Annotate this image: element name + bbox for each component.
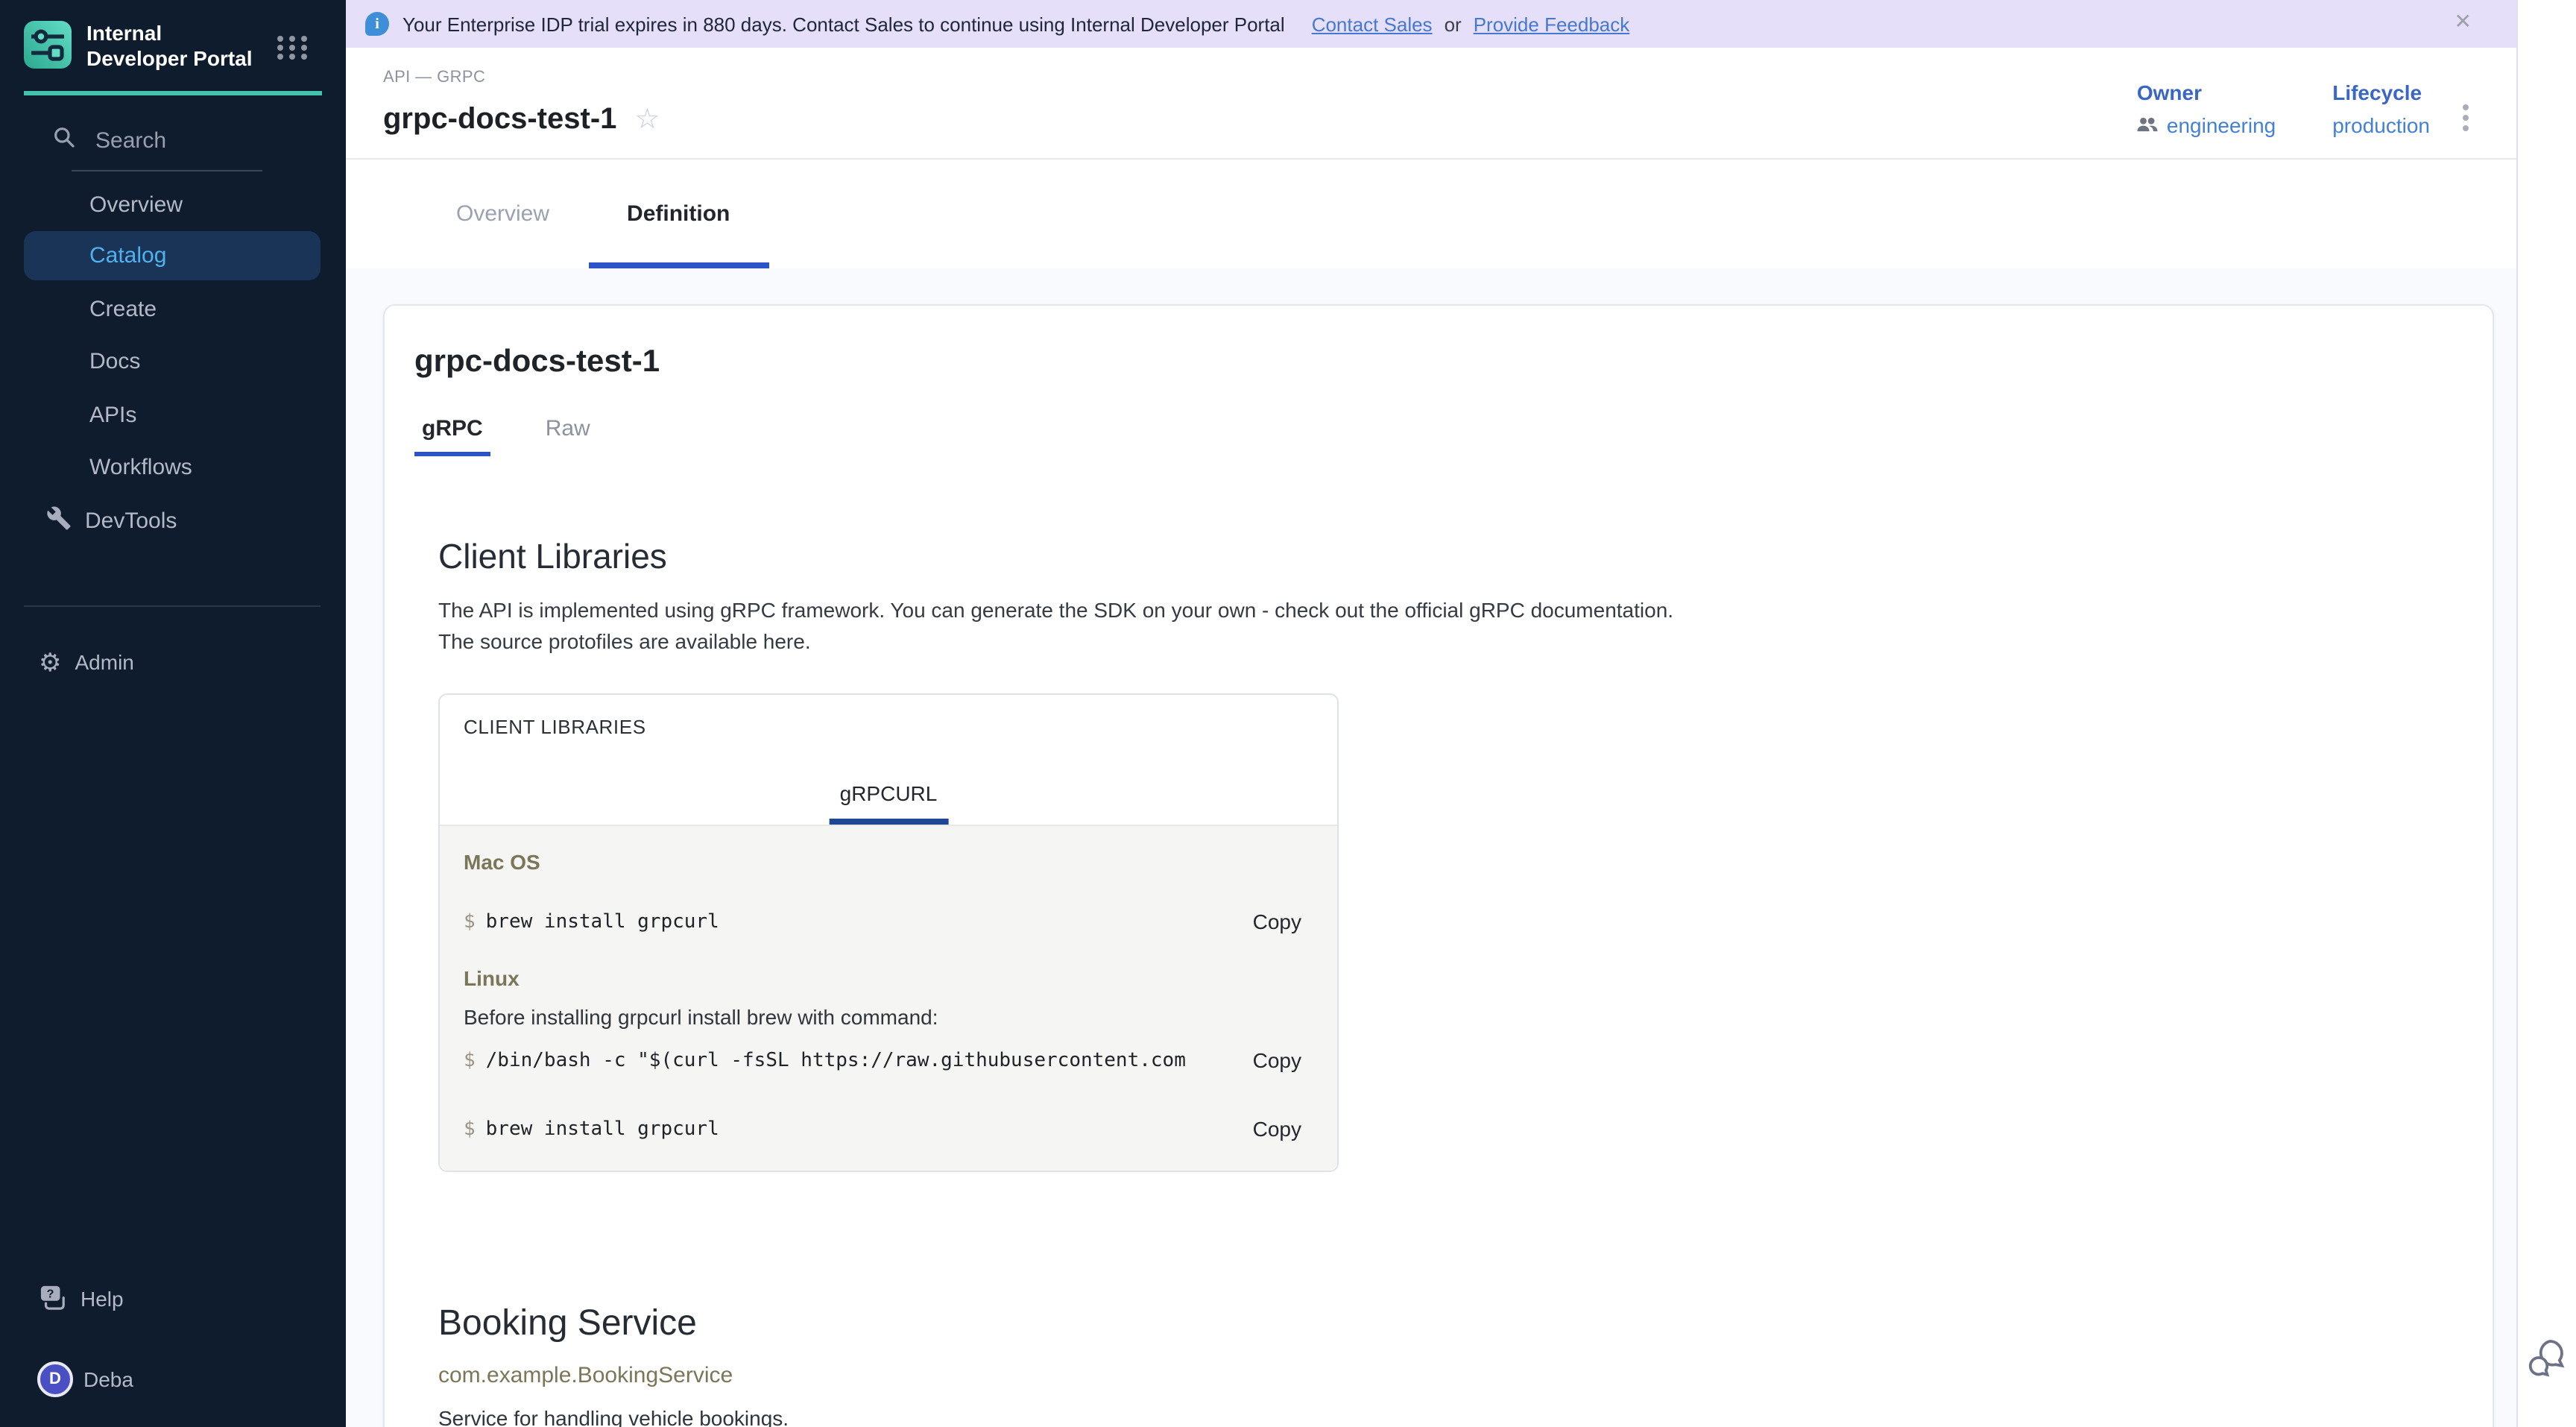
support-chat-icon[interactable]	[2527, 1338, 2567, 1388]
code-snippet: $ brew install grpcurl	[464, 1118, 1232, 1140]
lifecycle-label: Lifecycle	[2332, 81, 2430, 104]
code-row: $ brew install grpcurl Copy	[464, 910, 1301, 933]
help-chat-icon: ?	[39, 1283, 67, 1314]
trial-banner: i Your Enterprise IDP trial expires in 8…	[346, 0, 2516, 48]
sidebar-item-create[interactable]: Create	[0, 283, 346, 334]
client-libraries-card: CLIENT LIBRARIES gRPCURL Mac OS $ brew in…	[438, 693, 1339, 1172]
format-tabs: gRPC Raw	[414, 416, 2463, 456]
more-options-kebab-icon[interactable]	[2460, 97, 2472, 139]
search-input[interactable]	[95, 128, 267, 154]
booking-service-description: Service for handling vehicle bookings.	[438, 1406, 2463, 1427]
command-text: brew install grpcurl	[486, 1118, 719, 1140]
tab-raw[interactable]: Raw	[538, 416, 598, 456]
provide-feedback-link[interactable]: Provide Feedback	[1474, 13, 1630, 35]
description-line-2: The source protofiles are available here…	[438, 626, 2463, 658]
page-title: grpc-docs-test-1	[383, 103, 616, 137]
os-heading-macos: Mac OS	[464, 850, 1301, 874]
command-text: brew install grpcurl	[486, 910, 719, 933]
search-icon	[52, 125, 76, 157]
banner-message: Your Enterprise IDP trial expires in 880…	[402, 13, 1285, 35]
sidebar-item-label: Overview	[89, 192, 183, 217]
tab-definition[interactable]: Definition	[588, 160, 768, 268]
client-libraries-heading: Client Libraries	[438, 537, 2463, 577]
booking-service-full-name: com.example.BookingService	[438, 1363, 2463, 1388]
banner-or-text: or	[1445, 13, 1462, 35]
wrench-icon	[46, 505, 72, 536]
sidebar-logo-row: Internal Developer Portal	[24, 21, 268, 76]
sidebar-item-label: Help	[80, 1287, 124, 1311]
info-icon: i	[365, 12, 389, 36]
sidebar-item-catalog[interactable]: Catalog	[24, 231, 321, 280]
owner-meta: Owner engineering	[2137, 81, 2276, 137]
copy-button[interactable]: Copy	[1253, 1048, 1301, 1072]
tab-grpc[interactable]: gRPC	[414, 416, 490, 456]
sidebar-item-workflows[interactable]: Workflows	[0, 441, 346, 492]
definition-content: grpc-docs-test-1 gRPC Raw Client Librari…	[346, 268, 2516, 1427]
code-row: $ brew install grpcurl Copy	[464, 1117, 1301, 1141]
booking-service-section: Booking Service com.example.BookingServi…	[438, 1303, 2463, 1427]
sidebar-item-admin[interactable]: ⚙ Admin	[39, 637, 134, 687]
client-libraries-card-header: CLIENT LIBRARIES gRPCURL	[440, 695, 1337, 826]
close-icon[interactable]: ✕	[2455, 9, 2472, 34]
owner-label: Owner	[2137, 81, 2276, 104]
avatar: D	[37, 1361, 73, 1397]
lifecycle-value: production	[2332, 113, 2430, 137]
booking-service-heading: Booking Service	[438, 1303, 2463, 1345]
sidebar-item-label: Create	[89, 296, 157, 321]
sidebar-item-apis[interactable]: APIs	[0, 389, 346, 440]
sidebar: Internal Developer Portal Overview Catal…	[0, 0, 346, 1427]
tab-overview[interactable]: Overview	[417, 160, 588, 268]
sidebar-item-label: Workflows	[89, 454, 192, 479]
definition-title: grpc-docs-test-1	[414, 344, 2463, 380]
sidebar-item-label: APIs	[89, 402, 136, 427]
contact-sales-link[interactable]: Contact Sales	[1312, 13, 1433, 35]
sidebar-item-label: Docs	[89, 348, 140, 374]
shell-prompt: $	[464, 1049, 476, 1071]
sidebar-item-devtools[interactable]: DevTools	[0, 495, 346, 546]
entity-header: API — GRPC grpc-docs-test-1 ☆ Owner	[346, 48, 2516, 160]
lifecycle-meta: Lifecycle production	[2332, 81, 2430, 137]
user-name: Deba	[83, 1367, 133, 1391]
app-window: Internal Developer Portal Overview Catal…	[0, 0, 2576, 1427]
os-heading-linux: Linux	[464, 966, 1301, 990]
favorite-star-icon[interactable]: ☆	[634, 106, 660, 134]
copy-button[interactable]: Copy	[1253, 910, 1301, 933]
app-title: Internal Developer Portal	[86, 21, 268, 72]
sidebar-item-label: Admin	[75, 650, 134, 674]
sidebar-item-docs[interactable]: Docs	[0, 336, 346, 386]
sidebar-accent-divider	[24, 91, 322, 95]
description-line-1: The API is implemented using gRPC framew…	[438, 595, 2463, 626]
main-area: i Your Enterprise IDP trial expires in 8…	[346, 0, 2516, 1427]
sidebar-user-menu[interactable]: D Deba	[37, 1354, 133, 1405]
sidebar-item-label: DevTools	[85, 508, 177, 533]
definition-card: grpc-docs-test-1 gRPC Raw Client Librari…	[383, 304, 2494, 1427]
code-snippet: $ /bin/bash -c "$(curl -fsSL https://raw.…	[464, 1049, 1232, 1071]
sidebar-item-label: Catalog	[89, 243, 166, 268]
sidebar-search	[52, 125, 267, 171]
tab-grpcurl[interactable]: gRPCURL	[840, 781, 938, 805]
sidebar-item-overview[interactable]: Overview	[0, 179, 346, 230]
right-gutter	[2516, 0, 2576, 1427]
svg-text:?: ?	[47, 1287, 54, 1300]
copy-button[interactable]: Copy	[1253, 1117, 1301, 1141]
app-switcher-grid-icon[interactable]	[277, 36, 310, 60]
sidebar-divider	[24, 605, 321, 607]
gear-icon: ⚙	[39, 649, 62, 675]
people-icon	[2137, 113, 2159, 137]
shell-prompt: $	[464, 910, 476, 933]
breadcrumb[interactable]: API — GRPC	[383, 69, 485, 86]
owner-value-link[interactable]: engineering	[2167, 113, 2276, 137]
code-snippet: $ brew install grpcurl	[464, 910, 1232, 933]
code-row: $ /bin/bash -c "$(curl -fsSL https://raw.…	[464, 1048, 1301, 1072]
shell-prompt: $	[464, 1118, 476, 1140]
entity-tabs: Overview Definition	[346, 160, 2516, 268]
linux-install-note: Before installing grpcurl install brew w…	[464, 1005, 1301, 1029]
idp-logo	[24, 21, 72, 76]
client-libraries-card-label: CLIENT LIBRARIES	[464, 716, 646, 738]
command-text: /bin/bash -c "$(curl -fsSL https://raw.g…	[486, 1049, 1186, 1071]
search-underline	[72, 170, 262, 171]
client-libraries-description: The API is implemented using gRPC framew…	[438, 595, 2463, 658]
client-libraries-card-body: Mac OS $brew install grpcurl Copy Linux …	[440, 826, 1337, 1171]
sidebar-item-help[interactable]: ? Help	[39, 1273, 124, 1324]
